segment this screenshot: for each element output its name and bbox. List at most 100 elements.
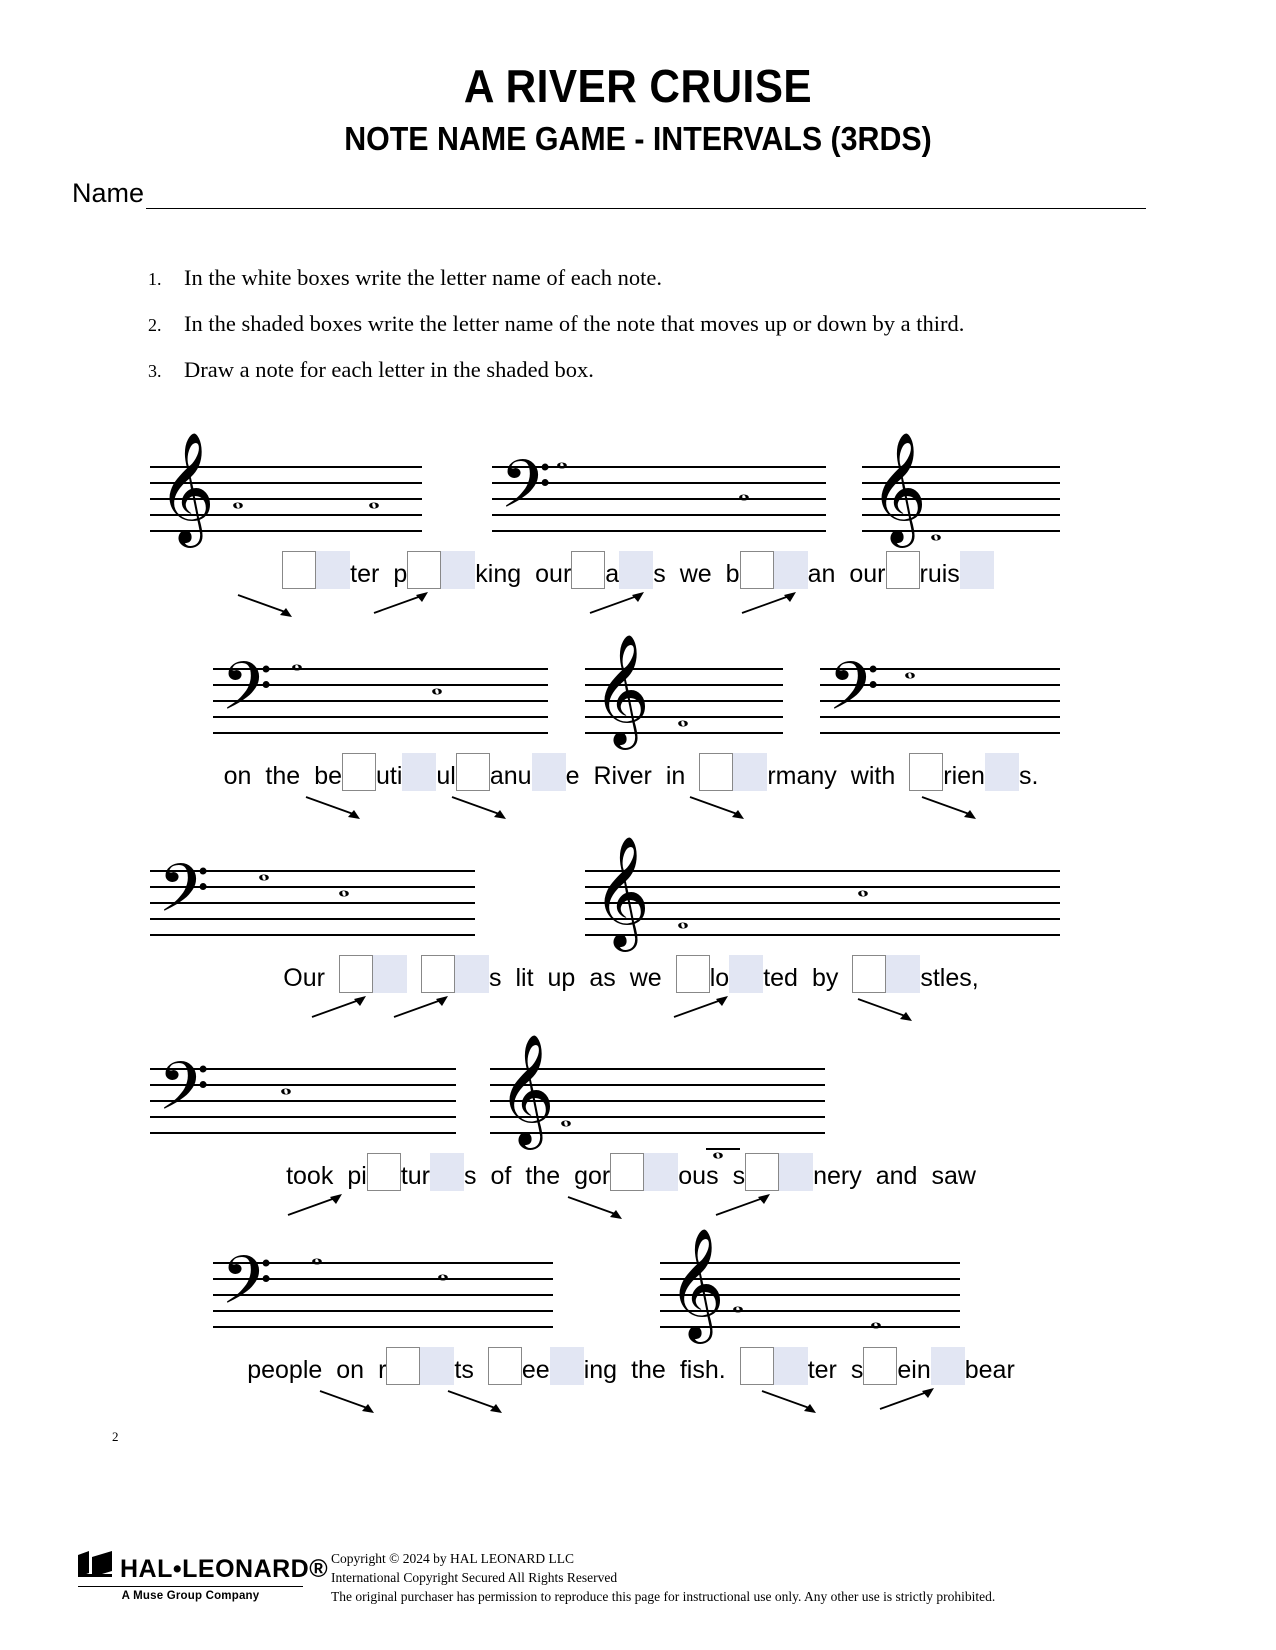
name-field-row: Name: [72, 178, 1146, 210]
music-system: 𝄢 𝅝 𝄞 𝅝 𝅝 took pi tur s of the gor ous s nery and saw: [0, 1038, 1276, 1225]
arrow-down-icon: [566, 1193, 628, 1223]
treble-clef-icon: 𝄞: [593, 633, 650, 745]
answer-box-shaded[interactable]: [773, 1347, 808, 1385]
staff-row: 𝄢 𝅝 𝅝 𝄞 𝅝 𝄢 𝅝: [0, 638, 1276, 753]
lyric-text: ted: [763, 964, 798, 992]
answer-box-white[interactable]: [739, 1347, 774, 1385]
answer-box-white[interactable]: [487, 1347, 522, 1385]
arrow-up-icon: [392, 995, 454, 1025]
lyric-text: anu: [489, 762, 532, 790]
lyric-text: ein: [897, 1356, 931, 1384]
lyric-text: gor: [574, 1162, 611, 1190]
lyric-text: ing: [583, 1356, 618, 1384]
answer-box-shaded[interactable]: [372, 955, 407, 993]
answer-box-shaded[interactable]: [454, 955, 489, 993]
answer-box-shaded[interactable]: [316, 551, 351, 589]
lyric-text: ous: [678, 1162, 719, 1190]
instruction-text: In the shaded boxes write the letter nam…: [184, 311, 965, 337]
staff-row: 𝄢 𝅝 𝅝 𝄞 𝅝 𝅝: [0, 840, 1276, 955]
answer-box-white[interactable]: [852, 955, 887, 993]
arrow-row: [0, 1385, 1276, 1419]
answer-box-white[interactable]: [610, 1153, 645, 1191]
treble-clef-icon: 𝄞: [158, 431, 215, 543]
answer-box-shaded[interactable]: [733, 753, 768, 791]
arrow-down-icon: [304, 793, 366, 823]
lyric-text: River: [593, 762, 652, 790]
lyric-row: ter p king our a s we b an our ruis: [0, 551, 1276, 589]
lyric-text: the: [631, 1356, 666, 1384]
page-footer: HAL•LEONARD® A Muse Group Company Copyri…: [0, 1549, 1276, 1606]
answer-box-white[interactable]: [571, 551, 606, 589]
answer-box-white[interactable]: [366, 1153, 401, 1191]
answer-box-white[interactable]: [863, 1347, 898, 1385]
copyright-line: The original purchaser has permission to…: [331, 1588, 996, 1604]
lyric-text: up: [547, 964, 576, 992]
lyric-text: with: [850, 762, 896, 790]
arrow-row: [0, 1191, 1276, 1225]
answer-box-white[interactable]: [386, 1347, 421, 1385]
answer-box-shaded[interactable]: [729, 955, 764, 993]
bass-clef-icon: 𝄢: [158, 850, 210, 943]
answer-box-shaded[interactable]: [930, 1347, 965, 1385]
lyric-text: tur: [400, 1162, 430, 1190]
answer-box-white[interactable]: [909, 753, 944, 791]
answer-box-white[interactable]: [455, 753, 490, 791]
name-input-line[interactable]: [146, 183, 1146, 210]
answer-box-shaded[interactable]: [430, 1153, 464, 1191]
staff-row: 𝄞 𝅝 𝅝 𝄢 𝅝 𝅝 𝄞 𝅝: [0, 436, 1276, 551]
lyric-text: s.: [1018, 762, 1039, 790]
lyric-text: as: [589, 964, 616, 992]
arrow-row: [0, 993, 1276, 1027]
lyric-text: by: [811, 964, 839, 992]
answer-box-shaded[interactable]: [549, 1347, 584, 1385]
lyric-text: a: [605, 560, 620, 588]
answer-box-shaded[interactable]: [619, 551, 654, 589]
answer-box-shaded[interactable]: [984, 753, 1019, 791]
answer-box-white[interactable]: [342, 753, 376, 791]
answer-box-shaded[interactable]: [644, 1153, 679, 1191]
answer-box-shaded[interactable]: [959, 551, 994, 589]
answer-box-white[interactable]: [739, 551, 774, 589]
answer-box-shaded[interactable]: [441, 551, 476, 589]
instruction-text: Draw a note for each letter in the shade…: [184, 357, 594, 383]
lyric-text: in: [665, 762, 686, 790]
staff-treble: 𝄞 𝅝: [862, 439, 1060, 546]
music-system: 𝄞 𝅝 𝅝 𝄢 𝅝 𝅝 𝄞 𝅝 ter p king our a s we b an our ruis: [0, 436, 1276, 623]
answer-box-shaded[interactable]: [773, 551, 808, 589]
instruction-item: 3. Draw a note for each letter in the sha…: [148, 357, 1276, 383]
answer-box-white[interactable]: [420, 955, 455, 993]
staff-bass: 𝄢 𝅝: [150, 1055, 456, 1135]
answer-box-shaded[interactable]: [886, 955, 921, 993]
answer-box-white[interactable]: [885, 551, 920, 589]
staff-bass: 𝄢 𝅝 𝅝: [150, 856, 475, 937]
answer-box-shaded[interactable]: [402, 753, 437, 791]
lyric-text: stles,: [920, 964, 979, 992]
name-label: Name: [72, 178, 145, 209]
lyric-row: people on r ts ee ing the fish. ter s ein bear: [0, 1347, 1276, 1385]
lyric-text: e: [565, 762, 580, 790]
answer-box-shaded[interactable]: [531, 753, 566, 791]
instruction-number: 2.: [148, 315, 162, 336]
answer-box-shaded[interactable]: [779, 1153, 814, 1191]
lyric-text: lo: [709, 964, 730, 992]
lyric-text: of: [490, 1162, 512, 1190]
logo-tagline: A Muse Group Company: [78, 1585, 303, 1602]
lyric-text: rmany: [767, 762, 837, 790]
answer-box-white[interactable]: [407, 551, 442, 589]
answer-box-white[interactable]: [745, 1153, 780, 1191]
answer-box-white[interactable]: [338, 955, 373, 993]
logo-mark: HAL•LEONARD®: [78, 1550, 328, 1582]
staff-bass: 𝄢 𝅝 𝅝: [213, 646, 548, 735]
arrow-down-icon: [920, 793, 982, 823]
answer-box-shaded[interactable]: [420, 1347, 455, 1385]
arrow-down-icon: [318, 1387, 380, 1417]
staff-line: [585, 918, 1060, 920]
lyric-text: our: [849, 560, 886, 588]
lyric-text: r: [378, 1356, 387, 1384]
lyric-text: ter: [807, 1356, 837, 1384]
answer-box-white[interactable]: [699, 753, 734, 791]
lyric-text: fish.: [679, 1356, 726, 1384]
answer-box-white[interactable]: [282, 551, 317, 589]
answer-box-white[interactable]: [675, 955, 710, 993]
lyric-text: s: [850, 1356, 864, 1384]
